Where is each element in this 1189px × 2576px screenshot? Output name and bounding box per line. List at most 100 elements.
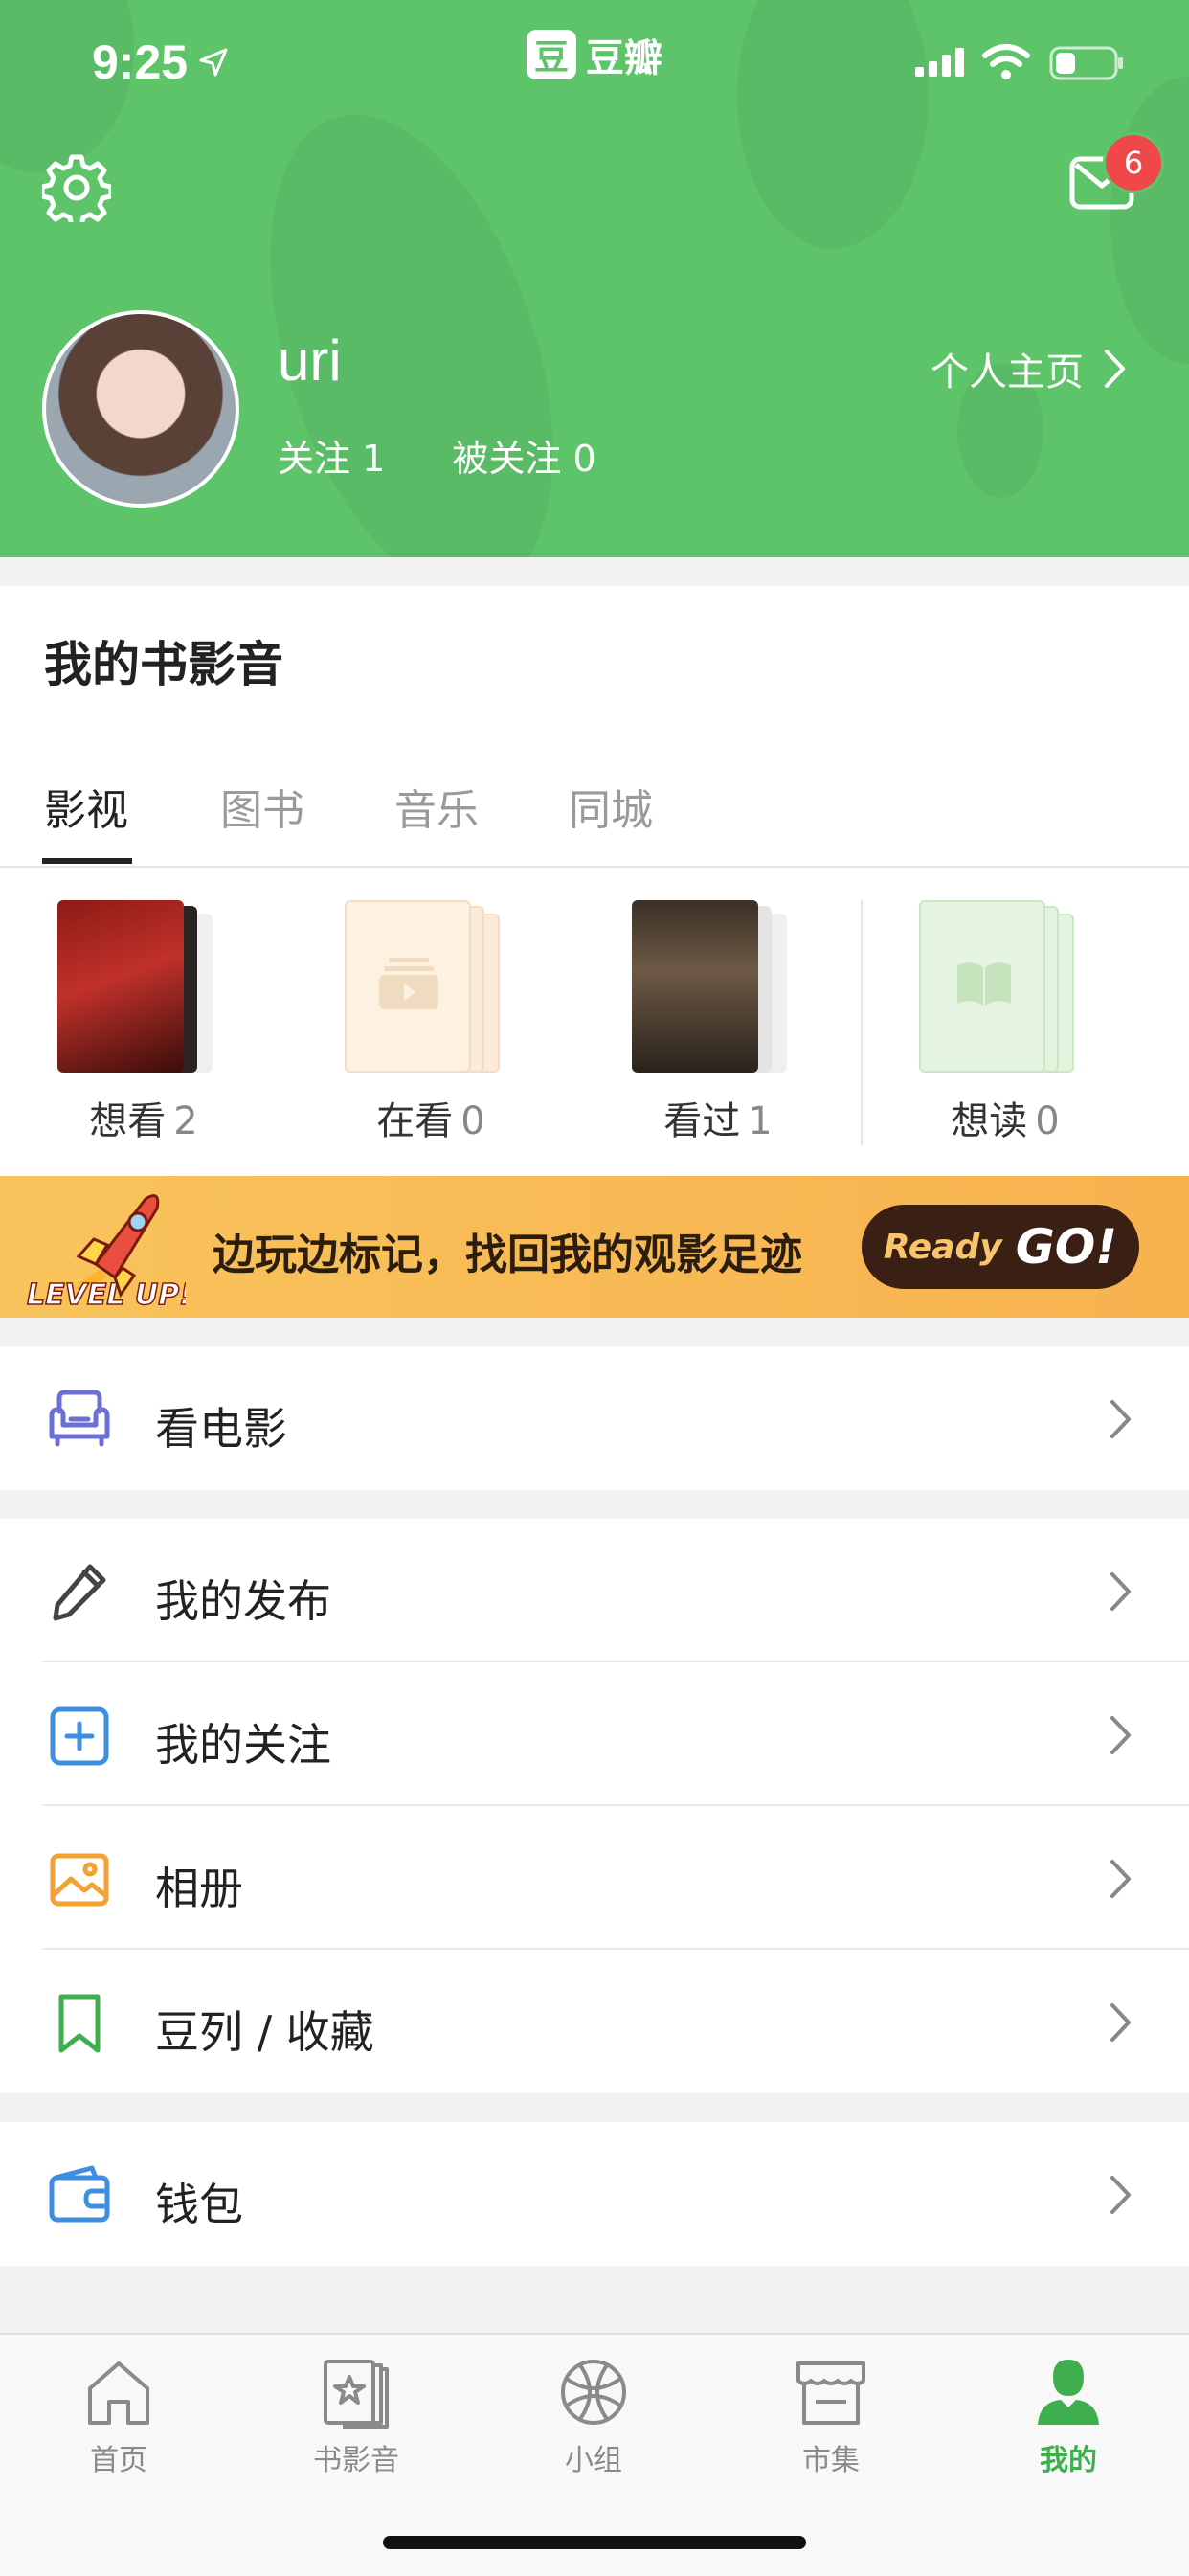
ready-label: Ready — [883, 1227, 1002, 1267]
tabbar-label: 书影音 — [313, 2444, 399, 2477]
my-media-card: 我的书影音 影视 图书 音乐 同城 想看 2 在看 0 看过 1 想读 0 — [0, 586, 1189, 1176]
banner-text: 边玩边标记，找回我的观影足迹 — [213, 1231, 802, 1279]
menu-item-doulist[interactable]: 豆列 / 收藏 — [0, 1950, 1189, 2093]
shelf-want-to-read[interactable]: 想读 0 — [890, 900, 1120, 1149]
menu-item-wallet[interactable]: 钱包 — [0, 2122, 1189, 2266]
empty-poster — [919, 900, 1045, 1073]
battery-icon — [1049, 46, 1123, 80]
shelf-watched[interactable]: 看过 1 — [603, 900, 833, 1149]
status-time: 9:25 — [92, 35, 189, 89]
sofa-icon — [49, 1390, 110, 1447]
shelf-want-to-watch[interactable]: 想看 2 — [29, 900, 258, 1149]
photo-icon — [50, 1853, 109, 1907]
shelf-label: 在看 0 — [316, 1090, 546, 1145]
brand-name: 豆瓣 — [586, 36, 662, 80]
followers-count[interactable]: 被关注 0 — [452, 438, 595, 480]
chevron-right-icon — [1105, 350, 1125, 388]
chevron-right-icon — [1110, 2003, 1131, 2042]
notification-badge: 6 — [1103, 132, 1164, 193]
tab-music[interactable]: 音乐 — [394, 776, 479, 837]
homepage-link-label: 个人主页 — [931, 350, 1084, 395]
basketball-icon — [561, 2360, 626, 2425]
home-indicator — [383, 2536, 806, 2549]
menu-label: 我的发布 — [155, 1575, 331, 1627]
menu-label: 豆列 / 收藏 — [155, 2006, 374, 2058]
shop-icon — [796, 2361, 865, 2425]
bookmark-icon — [58, 1994, 101, 2053]
shelf-label-text: 想看 — [89, 1099, 167, 1143]
media-tabs: 影视 图书 音乐 同城 — [0, 747, 1189, 868]
home-icon — [88, 2361, 149, 2425]
levelup-text: LEVEL UP! — [27, 1278, 186, 1310]
menu-label: 钱包 — [155, 2179, 243, 2230]
wallet-icon — [49, 2165, 110, 2223]
movie-poster — [57, 900, 184, 1073]
chevron-right-icon — [1110, 1572, 1131, 1611]
tabbar-item-market[interactable]: 市集 — [754, 2356, 908, 2478]
shelf-watching[interactable]: 在看 0 — [316, 900, 546, 1149]
avatar[interactable] — [42, 310, 239, 508]
ready-go-button[interactable]: Ready GO! — [862, 1205, 1139, 1289]
profile-header: 9:25 豆 豆瓣 6 uri 关注 1 被关注 0 个人主页 — [0, 0, 1189, 557]
username: uri — [278, 328, 342, 393]
person-icon — [1038, 2360, 1099, 2425]
tabbar-label: 首页 — [90, 2444, 147, 2477]
shelf-count: 1 — [748, 1099, 773, 1143]
active-tab-indicator — [42, 858, 132, 864]
empty-poster — [345, 900, 471, 1073]
location-arrow-icon — [199, 48, 228, 77]
leaf-decoration — [216, 79, 607, 557]
homepage-link[interactable]: 个人主页 — [931, 341, 1128, 396]
chevron-right-icon — [1110, 2176, 1131, 2214]
shelf-label: 想看 2 — [29, 1090, 258, 1145]
video-placeholder-icon — [379, 958, 438, 1009]
media-book-icon — [324, 2360, 389, 2429]
app-brand: 豆 豆瓣 — [527, 27, 662, 82]
brand-logo-icon: 豆 — [527, 30, 576, 79]
wifi-icon — [982, 44, 1030, 79]
shelf-count: 2 — [173, 1099, 198, 1143]
shelf-label-text: 看过 — [663, 1099, 741, 1143]
go-label: GO! — [1015, 1219, 1118, 1275]
menu-item-album[interactable]: 相册 — [0, 1806, 1189, 1950]
tabbar-item-groups[interactable]: 小组 — [517, 2356, 670, 2478]
chevron-right-icon — [1110, 1716, 1131, 1754]
menu-group-main: 我的发布 我的关注 相册 豆列 / 收藏 — [0, 1519, 1189, 2093]
settings-gear-icon[interactable] — [42, 153, 111, 222]
shelf-divider — [861, 900, 863, 1145]
tabbar-label: 市集 — [802, 2444, 860, 2477]
menu-group-movies: 看电影 — [0, 1346, 1189, 1490]
rocket-icon: LEVEL UP! — [26, 1194, 186, 1310]
tab-film[interactable]: 影视 — [44, 776, 128, 837]
status-bar: 9:25 豆 豆瓣 — [0, 0, 1189, 124]
menu-label: 我的关注 — [155, 1719, 331, 1771]
tab-books[interactable]: 图书 — [220, 776, 304, 837]
tabbar-item-home[interactable]: 首页 — [42, 2356, 195, 2478]
plus-square-icon — [50, 1706, 109, 1766]
tab-local[interactable]: 同城 — [569, 776, 653, 837]
section-title: 我的书影音 — [44, 637, 283, 692]
shelf-label-text: 在看 — [376, 1099, 454, 1143]
menu-label: 相册 — [155, 1863, 243, 1914]
menu-item-movies[interactable]: 看电影 — [0, 1346, 1189, 1490]
menu-label: 看电影 — [155, 1403, 287, 1455]
follow-stats: 关注 1 被关注 0 — [278, 429, 652, 482]
tabbar-item-media[interactable]: 书影音 — [280, 2356, 433, 2478]
shelf-count: 0 — [460, 1099, 485, 1143]
pencil-icon — [53, 1564, 106, 1621]
menu-item-my-follows[interactable]: 我的关注 — [0, 1662, 1189, 1806]
chevron-right-icon — [1110, 1860, 1131, 1898]
book-placeholder-icon — [957, 962, 1011, 1006]
movie-poster — [632, 900, 758, 1073]
cellular-signal-icon — [915, 48, 964, 77]
menu-item-my-posts[interactable]: 我的发布 — [0, 1519, 1189, 1662]
level-up-banner[interactable]: LEVEL UP! 边玩边标记，找回我的观影足迹 Ready GO! — [0, 1176, 1189, 1318]
chevron-right-icon — [1110, 1400, 1131, 1438]
tabbar-label: 我的 — [1040, 2444, 1097, 2477]
shelf-count: 0 — [1035, 1099, 1060, 1143]
tabbar-item-profile[interactable]: 我的 — [992, 2356, 1145, 2478]
following-count[interactable]: 关注 1 — [278, 438, 385, 480]
menu-group-wallet: 钱包 — [0, 2122, 1189, 2266]
shelf-label: 看过 1 — [603, 1090, 833, 1145]
tabbar-label: 小组 — [565, 2444, 622, 2477]
